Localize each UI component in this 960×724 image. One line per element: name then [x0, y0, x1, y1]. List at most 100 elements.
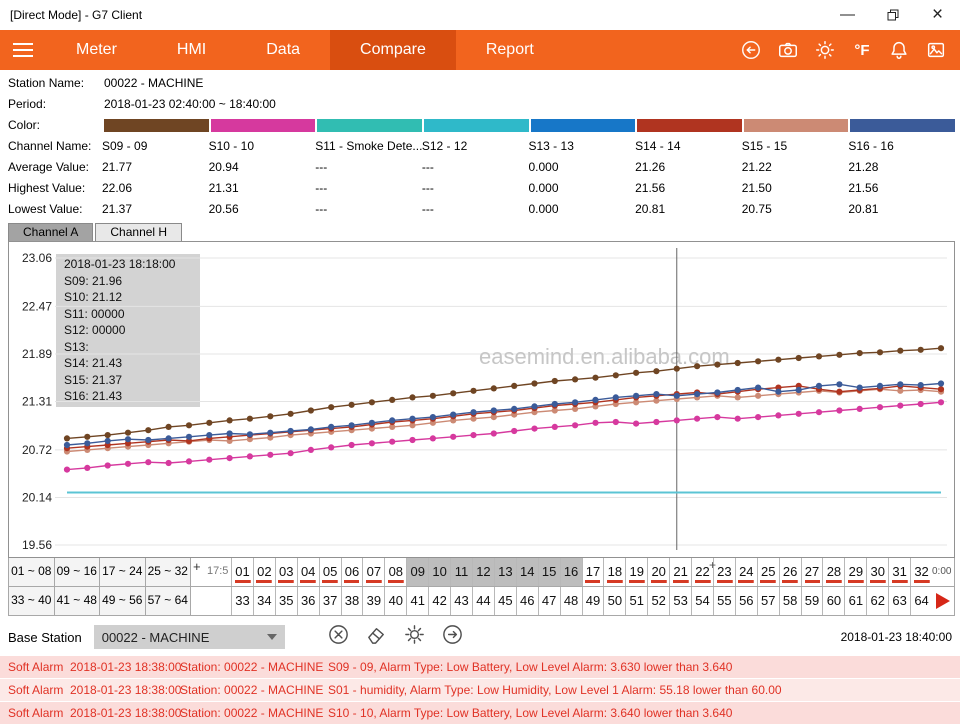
channel-group-button[interactable]: 25 ~ 32	[146, 558, 192, 586]
channel-number-cell[interactable]: 18	[603, 558, 625, 586]
nav-tab-data[interactable]: Data	[236, 30, 330, 70]
channel-number-cell[interactable]: 44	[472, 587, 494, 615]
channel-number-cell[interactable]: 40	[384, 587, 406, 615]
menu-icon[interactable]	[0, 30, 46, 70]
channel-number-cell[interactable]: 31	[888, 558, 910, 586]
channel-number-cell[interactable]: 59	[801, 587, 823, 615]
channel-number-cell[interactable]: 50	[603, 587, 625, 615]
channel-number-cell[interactable]: 03	[275, 558, 297, 586]
nav-tab-compare[interactable]: Compare	[330, 30, 456, 70]
channel-number-cell[interactable]: 62	[866, 587, 888, 615]
channel-number-cell[interactable]: 42	[428, 587, 450, 615]
channel-number-cell[interactable]: 17	[582, 558, 604, 586]
brightness-icon[interactable]	[811, 36, 839, 64]
channel-number-cell[interactable]: 36	[297, 587, 319, 615]
alarm-bell-icon[interactable]	[885, 36, 913, 64]
channel-number-cell[interactable]: 13	[494, 558, 516, 586]
restore-button[interactable]	[870, 0, 915, 30]
channel-number-cell[interactable]: 34	[253, 587, 275, 615]
channel-number-cell[interactable]: 23	[713, 558, 735, 586]
channel-number-cell[interactable]: 41	[406, 587, 428, 615]
channel-number-cell[interactable]: 11	[450, 558, 472, 586]
go-arrow-button[interactable]	[441, 623, 464, 651]
channel-number-cell[interactable]: 39	[362, 587, 384, 615]
sync-icon[interactable]	[737, 36, 765, 64]
channel-number-cell[interactable]: 53	[669, 587, 691, 615]
channel-number-cell[interactable]: 63	[888, 587, 910, 615]
channel-number-cell[interactable]: 55	[713, 587, 735, 615]
channel-number-cell[interactable]: 38	[341, 587, 363, 615]
channel-number-cell[interactable]: 26	[779, 558, 801, 586]
channel-group-button[interactable]: 09 ~ 16	[55, 558, 101, 586]
channel-group-button[interactable]: 49 ~ 56	[100, 587, 146, 615]
channel-number-cell[interactable]: 09	[406, 558, 428, 586]
channel-number-cell[interactable]: 46	[516, 587, 538, 615]
alarm-row[interactable]: Soft Alarm2018-01-23 18:38:00Station: 00…	[0, 656, 960, 678]
channel-number-cell[interactable]: 20	[647, 558, 669, 586]
channel-group-button[interactable]: 17 ~ 24	[100, 558, 146, 586]
channel-number-cell[interactable]: 24	[735, 558, 757, 586]
fahrenheit-icon[interactable]: °F	[848, 36, 876, 64]
channel-number-cell[interactable]: 47	[538, 587, 560, 615]
minimize-button[interactable]: —	[825, 0, 870, 30]
channel-number-cell[interactable]: 30	[866, 558, 888, 586]
tab-channel-h[interactable]: Channel H	[95, 223, 182, 241]
channel-number-cell[interactable]: 25	[757, 558, 779, 586]
nav-tab-meter[interactable]: Meter	[46, 30, 147, 70]
nav-tab-hmi[interactable]: HMI	[147, 30, 236, 70]
expand-plus-button[interactable]: +	[193, 559, 201, 574]
channel-group-button[interactable]: 33 ~ 40	[9, 587, 55, 615]
channel-number-cell[interactable]: 56	[735, 587, 757, 615]
channel-number-cell[interactable]: 27	[801, 558, 823, 586]
trend-chart[interactable]: 2018-01-23 18:18:00S09: 21.96S10: 21.12S…	[8, 241, 955, 558]
channel-group-button[interactable]: 01 ~ 08	[9, 558, 55, 586]
channel-number-cell[interactable]: 57	[757, 587, 779, 615]
channel-number-cell[interactable]: 58	[779, 587, 801, 615]
channel-number-cell[interactable]: 16	[560, 558, 582, 586]
channel-number-cell[interactable]: 04	[297, 558, 319, 586]
channel-number-cell[interactable]: 48	[560, 587, 582, 615]
snapshot-icon[interactable]	[922, 36, 950, 64]
nav-tab-report[interactable]: Report	[456, 30, 564, 70]
channel-number-cell[interactable]: 21	[669, 558, 691, 586]
channel-number-cell[interactable]: 06	[341, 558, 363, 586]
channel-number-cell[interactable]: 49	[582, 587, 604, 615]
alarm-row[interactable]: Soft Alarm2018-01-23 18:38:00Station: 00…	[0, 702, 960, 724]
channel-number-cell[interactable]: 51	[625, 587, 647, 615]
base-station-dropdown[interactable]: 00022 - MACHINE	[94, 625, 285, 649]
channel-number-cell[interactable]: 45	[494, 587, 516, 615]
channel-number-cell[interactable]: 43	[450, 587, 472, 615]
channel-number-cell[interactable]: 33	[231, 587, 253, 615]
channel-number-cell[interactable]: 01	[231, 558, 253, 586]
channel-number-cell[interactable]: 37	[319, 587, 341, 615]
channel-number-cell[interactable]: 10	[428, 558, 450, 586]
channel-number-cell[interactable]: 35	[275, 587, 297, 615]
scroll-right-arrow[interactable]	[932, 587, 954, 615]
alarm-row[interactable]: Soft Alarm2018-01-23 18:38:00Station: 00…	[0, 679, 960, 701]
tab-channel-a[interactable]: Channel A	[8, 223, 93, 241]
clear-button[interactable]	[327, 623, 350, 651]
channel-number-cell[interactable]: 29	[844, 558, 866, 586]
channel-number-cell[interactable]: 12	[472, 558, 494, 586]
channel-number-cell[interactable]: 60	[822, 587, 844, 615]
channel-number-cell[interactable]: 52	[647, 587, 669, 615]
eraser-button[interactable]	[365, 623, 388, 651]
channel-number-cell[interactable]: 02	[253, 558, 275, 586]
channel-number-cell[interactable]: 64	[910, 587, 932, 615]
channel-number-cell[interactable]: 08	[384, 558, 406, 586]
channel-number-cell[interactable]: 14	[516, 558, 538, 586]
channel-group-button[interactable]: 57 ~ 64	[146, 587, 192, 615]
camera-icon[interactable]	[774, 36, 802, 64]
channel-group-button[interactable]: 41 ~ 48	[55, 587, 101, 615]
channel-number-cell[interactable]: 28	[822, 558, 844, 586]
channel-number-cell[interactable]: 54	[691, 587, 713, 615]
channel-number-cell[interactable]: 15	[538, 558, 560, 586]
channel-number-cell[interactable]: 19	[625, 558, 647, 586]
channel-number-cell[interactable]: 32	[910, 558, 932, 586]
channel-number-cell[interactable]: 07	[362, 558, 384, 586]
channel-number-cell[interactable]: 61	[844, 587, 866, 615]
close-button[interactable]: ×	[915, 0, 960, 30]
expand-plus-button-2[interactable]: +	[709, 558, 716, 572]
settings-gear-button[interactable]	[403, 623, 426, 651]
channel-number-cell[interactable]: 05	[319, 558, 341, 586]
